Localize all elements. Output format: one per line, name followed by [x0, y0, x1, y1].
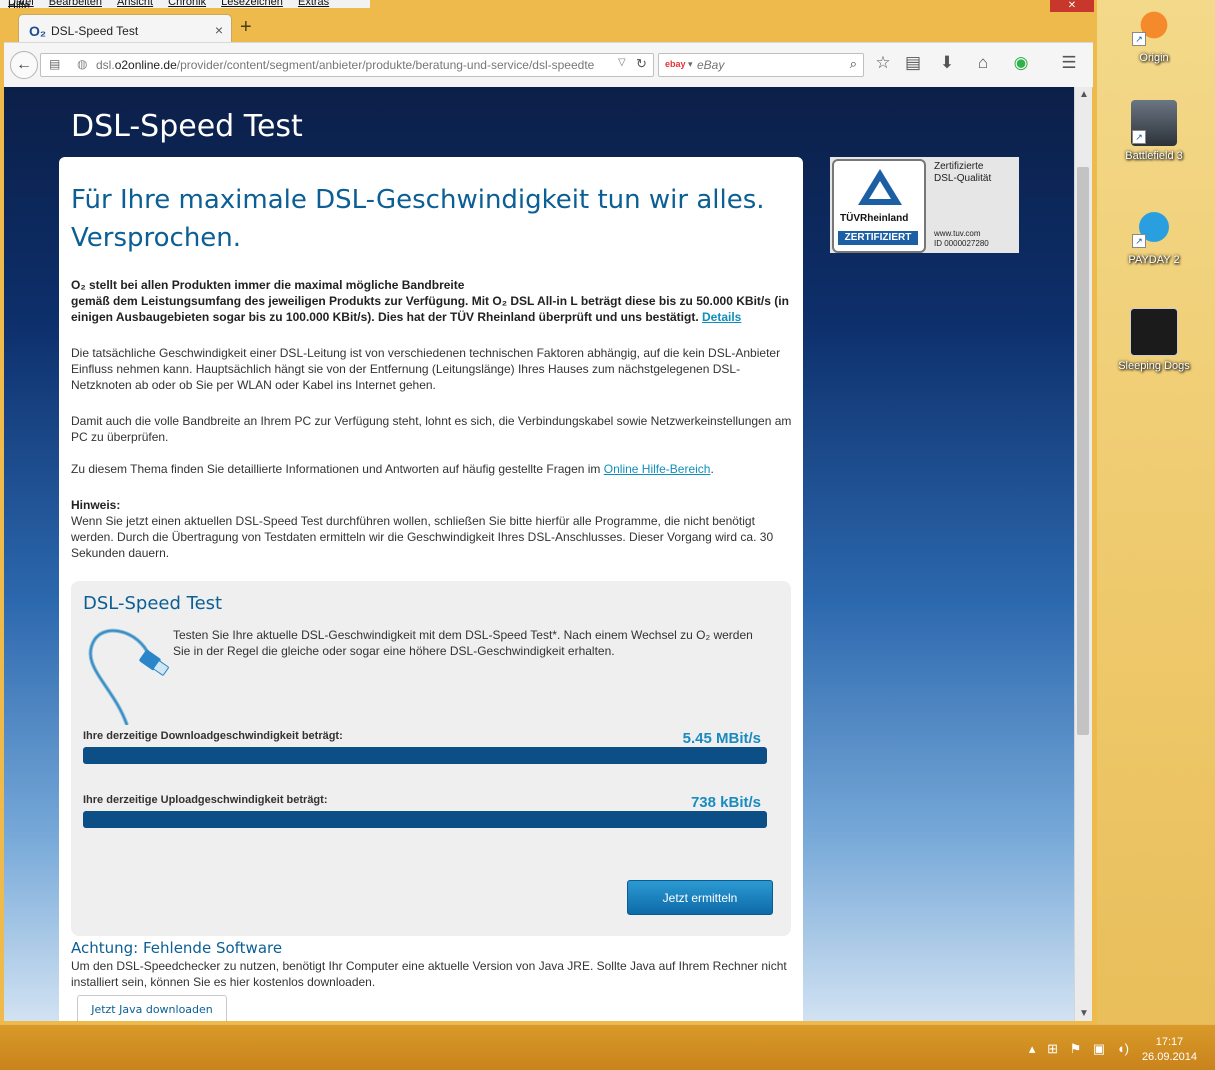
speed-test-intro: Testen Sie Ihre aktuelle DSL-Geschwindig…: [173, 628, 753, 658]
volume-icon[interactable]: ◖): [1117, 1041, 1129, 1056]
online-help-link[interactable]: Online Hilfe-Bereich: [604, 462, 711, 476]
download-label: Ihre derzeitige Downloadgeschwindigkeit …: [83, 730, 343, 742]
upload-progress-bar: [83, 811, 767, 828]
home-icon[interactable]: ⌂: [972, 53, 994, 73]
missing-software-title: Achtung: Fehlende Software: [71, 939, 283, 957]
speed-test-title: DSL-Speed Test: [83, 593, 223, 614]
hint-text: Wenn Sie jetzt einen aktuellen DSL-Speed…: [71, 514, 774, 560]
intro-line1: O₂ stellt bei allen Produkten immer die …: [71, 278, 465, 292]
taskbar-clock[interactable]: 17:17 26.09.2014: [1142, 1035, 1197, 1065]
intro-line2: gemäß dem Leistungsumfang des jeweiligen…: [71, 294, 789, 324]
intro-paragraph: O₂ stellt bei allen Produkten immer die …: [71, 277, 793, 325]
tuv-certified-label: ZERTIFIZIERT: [838, 231, 918, 245]
desktop-icon-sleeping-dogs[interactable]: Sleeping Dogs: [1114, 308, 1194, 372]
shortcut-arrow-icon: ↗: [1132, 234, 1146, 248]
windows-flag-icon[interactable]: ⊞: [1047, 1041, 1058, 1056]
details-link[interactable]: Details: [702, 310, 741, 324]
navigation-toolbar: ← ▤ ◍ dsl.o2online.de/provider/content/s…: [4, 42, 1093, 88]
shortcut-arrow-icon: ↗: [1132, 32, 1146, 46]
menu-chronik[interactable]: Chronik: [168, 0, 206, 8]
tab-strip: O₂ DSL-Speed Test × +: [4, 10, 1093, 45]
url-text[interactable]: dsl.o2online.de/provider/content/segment…: [96, 58, 616, 72]
start-test-button[interactable]: Jetzt ermitteln: [627, 880, 773, 915]
taskbar: ▴ ⊞ ⚑ ▣ ◖) 17:17 26.09.2014: [0, 1024, 1215, 1070]
tuv-triangle-icon: [858, 169, 902, 205]
tuv-brand: TÜVRheinland: [840, 213, 909, 224]
upload-label: Ihre derzeitige Uploadgeschwindigkeit be…: [83, 794, 328, 806]
desktop-icon-origin[interactable]: ↗ Origin: [1114, 2, 1194, 64]
menu-hilfe[interactable]: Hilfe: [8, 0, 30, 9]
technical-factors-paragraph: Die tatsächliche Geschwindigkeit einer D…: [71, 346, 781, 392]
missing-software-text: Um den DSL-Speedchecker zu nutzen, benöt…: [71, 959, 787, 989]
tuv-web-id: www.tuv.com ID 0000027280: [934, 229, 989, 248]
tuv-certificate[interactable]: TÜVRheinland ZERTIFIZIERT Zertifizierte D…: [830, 157, 1019, 253]
search-icon[interactable]: ⌕: [850, 56, 857, 72]
page-icon: ▤: [49, 57, 61, 71]
speed-test-box: DSL-Speed Test Testen Sie Ihre aktuelle …: [71, 581, 791, 936]
tab-title: DSL-Speed Test: [51, 24, 139, 38]
download-value: 5.45 MBit/s: [682, 730, 761, 747]
content-panel: Für Ihre maximale DSL-Geschwindigkeit tu…: [59, 157, 803, 1021]
globe-icon: ◍: [77, 57, 88, 71]
tray-expand-icon[interactable]: ▴: [1029, 1041, 1036, 1056]
o2-favicon-icon: O₂: [29, 23, 47, 39]
search-bar[interactable]: ebay ▾ ⌕: [658, 53, 864, 77]
action-center-icon[interactable]: ⚑: [1070, 1041, 1082, 1056]
tuv-title: Zertifizierte DSL-Qualität: [934, 161, 992, 184]
page-viewport: DSL-Speed Test Für Ihre maximale DSL-Ges…: [4, 87, 1074, 1021]
menu-lesezeichen[interactable]: Lesezeichen: [221, 0, 283, 8]
menu-extras[interactable]: Extras: [298, 0, 329, 8]
desktop-icon-battlefield-3[interactable]: ↗ Battlefield 3: [1114, 100, 1194, 162]
menu-bar: Datei Bearbeiten Ansicht Chronik Lesezei…: [0, 0, 370, 8]
url-dropdown-icon[interactable]: ▽: [618, 57, 626, 68]
addon-icon[interactable]: ◉: [1010, 53, 1032, 73]
back-button[interactable]: ←: [10, 51, 38, 79]
menu-bearbeiten[interactable]: Bearbeiten: [49, 0, 102, 8]
system-tray: ▴ ⊞ ⚑ ▣ ◖): [1021, 1041, 1129, 1057]
download-progress-bar: [83, 747, 767, 764]
cable-check-paragraph: Damit auch die volle Bandbreite an Ihrem…: [71, 414, 792, 444]
tuv-badge: TÜVRheinland ZERTIFIZIERT: [832, 159, 926, 253]
shortcut-arrow-icon: ↗: [1132, 130, 1146, 144]
scroll-down-icon[interactable]: ▼: [1079, 1008, 1089, 1019]
download-icon[interactable]: ⬇: [936, 53, 958, 73]
reading-list-icon[interactable]: ▤: [902, 53, 924, 73]
page-scrollbar[interactable]: ▲ ▼: [1074, 87, 1092, 1021]
page-title: DSL-Speed Test: [71, 109, 303, 144]
hint-title: Hinweis:: [71, 498, 121, 512]
search-input[interactable]: [695, 56, 839, 74]
upload-value: 738 kBit/s: [690, 794, 761, 811]
download-progress-fill: [83, 747, 767, 764]
headline: Für Ihre maximale DSL-Geschwindigkeit tu…: [71, 185, 765, 253]
bookmark-star-icon[interactable]: ☆: [872, 53, 894, 73]
tab-close-icon[interactable]: ×: [215, 22, 223, 38]
hint-paragraph: Hinweis: Wenn Sie jetzt einen aktuellen …: [71, 497, 793, 561]
java-download-button[interactable]: Jetzt Java downloaden: [77, 995, 227, 1021]
reload-icon[interactable]: ↻: [636, 56, 647, 72]
menu-icon[interactable]: ☰: [1058, 53, 1080, 73]
new-tab-button[interactable]: +: [240, 16, 252, 39]
scroll-thumb[interactable]: [1077, 167, 1089, 735]
clock-date: 26.09.2014: [1141, 1051, 1197, 1063]
tab-dsl-speed-test[interactable]: O₂ DSL-Speed Test ×: [18, 14, 232, 45]
help-paragraph: Zu diesem Thema finden Sie detaillierte …: [71, 462, 714, 476]
network-icon[interactable]: ▣: [1093, 1041, 1105, 1056]
sleeping-dogs-icon: [1130, 308, 1178, 356]
address-bar[interactable]: ▤ ◍ dsl.o2online.de/provider/content/seg…: [40, 53, 654, 77]
network-cable-icon: [88, 628, 169, 725]
menu-ansicht[interactable]: Ansicht: [117, 0, 153, 8]
desktop-icon-payday-2[interactable]: ↗ PAYDAY 2: [1114, 204, 1194, 266]
upload-progress-fill: [83, 811, 767, 828]
clock-time: 17:17: [1155, 1036, 1184, 1048]
search-engine-icon[interactable]: ebay ▾: [665, 59, 693, 70]
scroll-up-icon[interactable]: ▲: [1079, 89, 1089, 100]
